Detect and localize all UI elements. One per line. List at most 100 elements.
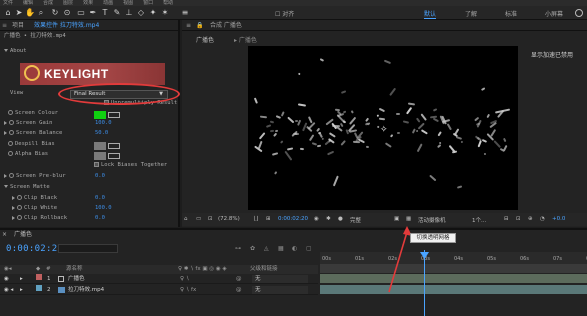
show-snapshot-icon[interactable]: ✱ (326, 216, 331, 222)
eraser-tool-icon[interactable]: ◇ (136, 8, 146, 18)
rotate-tool-icon[interactable]: ↻ (50, 8, 60, 18)
layer-switches[interactable]: ♀ ∖ (180, 274, 189, 284)
stopwatch-icon[interactable] (17, 205, 22, 210)
parent-pickwhip-icon[interactable]: @ (236, 274, 242, 284)
visibility-icon[interactable]: ◉ ◂ (4, 285, 13, 295)
menu-icon[interactable]: ≡ (2, 20, 7, 31)
stopwatch-icon[interactable] (8, 110, 13, 115)
quality-dropdown[interactable]: 完整 (350, 216, 361, 224)
toggle-icon[interactable]: ⊡ (516, 216, 521, 222)
draft-3d-icon[interactable]: ✿ (250, 245, 255, 252)
shy-layers-icon[interactable]: ◬ (264, 245, 269, 252)
expand-icon[interactable]: ▸ (20, 285, 23, 295)
parent-dropdown[interactable]: 无 (252, 275, 308, 283)
layer-name[interactable]: 广播色 (68, 274, 85, 284)
layer-search-input[interactable] (58, 244, 118, 253)
screen-colour-swatch[interactable] (94, 111, 106, 119)
timeline-timecode[interactable]: 0:00:02:20 (6, 244, 63, 254)
workspace-0[interactable]: 默认 (424, 9, 437, 19)
rectangle-tool-icon[interactable]: ▭ (76, 8, 86, 18)
composition-canvas[interactable]: ✧ (248, 46, 518, 210)
parent-header[interactable]: 父级和链接 (250, 265, 278, 274)
views-dropdown[interactable]: 1个... (472, 216, 486, 224)
workspace-3[interactable]: 小屏幕 (545, 9, 563, 18)
clip-white-value[interactable]: 100.0 (95, 204, 112, 213)
layer-bar-1[interactable] (320, 274, 587, 283)
roto-tool-icon[interactable]: ✦ (148, 8, 158, 18)
eyedropper-icon[interactable] (108, 153, 120, 159)
playhead-line[interactable] (424, 250, 425, 316)
lock-biases-row[interactable]: Lock Biases Together (0, 161, 178, 170)
region-icon[interactable]: ▣ (394, 216, 399, 222)
text-tool-icon[interactable]: T (100, 8, 110, 18)
time-ruler[interactable]: 00s01s02s03s04s05s06s07s08s (320, 252, 587, 264)
visibility-icon[interactable]: ◉ (4, 274, 9, 284)
screen-matte-row[interactable]: Screen Matte (0, 183, 178, 192)
viewer-subtab[interactable]: 广播色 (196, 35, 214, 44)
reset-exposure-icon[interactable]: ◔ (540, 216, 545, 222)
zoom-dropdown[interactable]: (72.8%) (218, 216, 240, 222)
camera-dropdown[interactable]: 活动摄像机 (418, 216, 446, 224)
transparency-grid-icon[interactable]: ▦ (406, 216, 411, 222)
layer-bar-2[interactable] (320, 285, 587, 294)
comp-flowchart-icon[interactable]: ⊶ (235, 245, 241, 252)
stopwatch-icon[interactable] (8, 141, 13, 146)
stopwatch-icon[interactable] (17, 215, 22, 220)
wireframe-icon[interactable]: ⊡ (208, 216, 213, 222)
current-time[interactable]: 0:00:02:20 (278, 216, 308, 222)
snap-toggle[interactable]: ☐ 对齐 (275, 9, 294, 18)
workspace-1[interactable]: 了解 (465, 9, 477, 18)
source-name-header[interactable]: 源名称 (66, 265, 83, 274)
screen-gain-value[interactable]: 100.0 (95, 119, 112, 128)
expand-icon[interactable] (12, 215, 15, 220)
channel-icon[interactable]: ● (338, 216, 343, 222)
collapse-icon[interactable] (4, 185, 8, 188)
exposure-value[interactable]: +0.0 (552, 216, 565, 222)
expand-icon[interactable] (4, 130, 7, 135)
layer-label-color[interactable] (36, 274, 42, 280)
layer-row[interactable]: ◉ ◂ ▸ 2 拉刀特效.mp4 ♀ ∖ fx @ 无 (0, 285, 318, 295)
hand-tool-icon[interactable]: ✋ (25, 8, 35, 18)
flowchart-icon[interactable]: ⊕ (528, 216, 533, 222)
eyedropper-icon[interactable] (108, 143, 120, 149)
brush-tool-icon[interactable]: ✎ (112, 8, 122, 18)
stopwatch-icon[interactable] (9, 173, 14, 178)
graph-editor-icon[interactable]: ▢ (306, 245, 312, 252)
stopwatch-icon[interactable] (9, 130, 14, 135)
clip-rollback-value[interactable]: 0.0 (95, 214, 105, 223)
puppet-tool-icon[interactable]: ✶ (160, 8, 170, 18)
pen-tool-icon[interactable]: ✒ (88, 8, 98, 18)
eyedropper-icon[interactable] (108, 112, 120, 118)
stopwatch-icon[interactable] (9, 120, 14, 125)
search-icon[interactable] (575, 9, 583, 17)
grid-icon[interactable]: ⊞ (266, 216, 271, 222)
parent-dropdown[interactable]: 无 (252, 286, 308, 294)
lock-icon[interactable]: 🔒 (196, 20, 203, 31)
work-area-bar[interactable] (320, 264, 587, 273)
screen-balance-value[interactable]: 50.0 (95, 129, 108, 138)
expand-icon[interactable] (4, 173, 7, 178)
viewer-subtab-layer[interactable]: ▸ 广播色 (234, 35, 257, 44)
project-tab[interactable]: 项目 (12, 20, 24, 31)
selection-tool-icon[interactable]: ➤ (14, 8, 24, 18)
expand-icon[interactable] (12, 195, 15, 200)
effect-controls-tab[interactable]: 效果控件 拉刀特效.mp4 (34, 20, 99, 31)
menu-icon[interactable]: ≡ (186, 20, 191, 31)
always-preview-icon[interactable]: ⌂ (184, 216, 188, 222)
about-section[interactable]: About (0, 47, 178, 56)
stopwatch-icon[interactable] (8, 151, 13, 156)
composition-tab[interactable]: 合成 广播色 (210, 20, 242, 31)
alpha-bias-swatch[interactable] (94, 152, 106, 160)
screen-preblur-value[interactable]: 0.0 (95, 172, 105, 181)
layer-name[interactable]: 拉刀特效.mp4 (68, 285, 104, 295)
monitor-icon[interactable]: ▭ (196, 216, 201, 222)
home-icon[interactable]: ⌂ (3, 8, 13, 18)
snapshot-icon[interactable]: ◉ (314, 216, 319, 222)
despill-bias-swatch[interactable] (94, 142, 106, 150)
close-icon[interactable]: × (2, 230, 7, 240)
timeline-tab[interactable]: × 广播色 (0, 230, 32, 240)
clip-black-value[interactable]: 0.0 (95, 194, 105, 203)
layer-row[interactable]: ◉ ▸ 1 广播色 ♀ ∖ @ 无 (0, 274, 318, 284)
expand-icon[interactable]: ▸ (20, 274, 23, 284)
motion-blur-icon[interactable]: ◐ (292, 245, 297, 252)
